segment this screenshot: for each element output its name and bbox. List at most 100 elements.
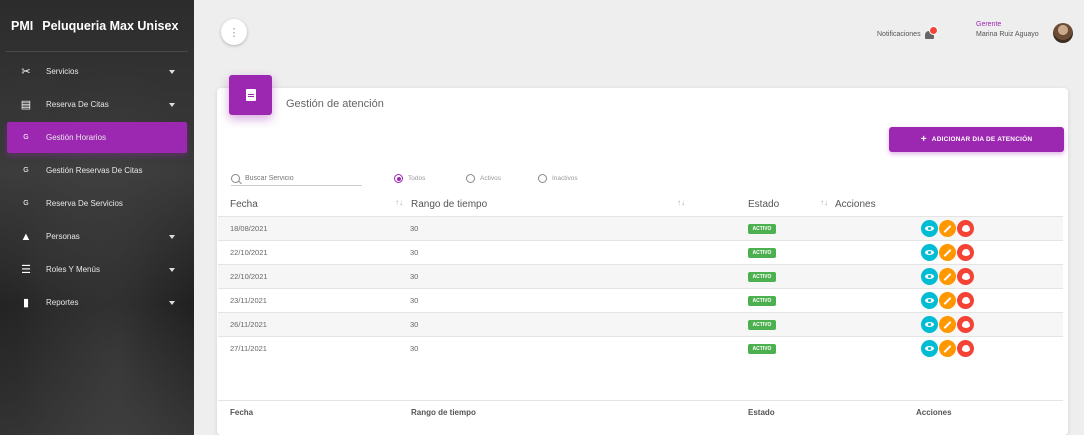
sidebar-item-reportes[interactable]: ▮ Reportes	[7, 287, 187, 318]
sidebar-item-label: Reportes	[46, 298, 79, 307]
heart-icon	[961, 321, 970, 328]
status-badge: ACTIVO	[748, 224, 776, 234]
eye-icon	[925, 274, 934, 279]
sidebar-item-servicios[interactable]: ✂ Servicios	[7, 56, 187, 87]
column-header-fecha[interactable]: Fecha	[230, 199, 258, 210]
heart-icon	[961, 249, 970, 256]
calendar-icon: ▤	[20, 99, 32, 111]
person-icon: ▲	[20, 230, 32, 243]
view-button[interactable]	[921, 316, 938, 333]
cell-rango: 30	[410, 320, 419, 329]
edit-button[interactable]	[939, 220, 956, 237]
filter-todos-radio[interactable]: Todos	[394, 174, 425, 183]
footer-rango: Rango de tiempo	[411, 408, 476, 417]
filter-label: Activos	[480, 175, 501, 182]
radio-unchecked-icon	[466, 174, 475, 183]
scissors-icon: ✂	[21, 66, 31, 78]
delete-button[interactable]	[957, 340, 974, 357]
delete-button[interactable]	[957, 220, 974, 237]
brand[interactable]: PMI Peluqueria Max Unisex	[6, 0, 188, 52]
sidebar-item-reserva-de-servicios[interactable]: G Reserva De Servicios	[7, 188, 187, 219]
sort-icon[interactable]: ↑↓	[820, 198, 828, 207]
table-row: 22/10/2021 30 ACTIVO	[218, 264, 1063, 288]
sidebar-item-gestion-horarios[interactable]: G Gestión Horarios	[7, 122, 187, 153]
brand-name: Peluqueria Max Unisex	[42, 18, 179, 33]
row-actions	[921, 244, 975, 261]
delete-button[interactable]	[957, 268, 974, 285]
edit-button[interactable]	[939, 292, 956, 309]
delete-button[interactable]	[957, 316, 974, 333]
heart-icon	[961, 297, 970, 304]
table-row: 18/08/2021 30 ACTIVO	[218, 216, 1063, 240]
cell-rango: 30	[410, 248, 419, 257]
cell-rango: 30	[410, 296, 419, 305]
pencil-icon	[943, 320, 952, 329]
avatar[interactable]	[1053, 23, 1073, 43]
caret-down-icon	[169, 300, 175, 305]
search-field[interactable]	[231, 171, 362, 186]
view-button[interactable]	[921, 220, 938, 237]
footer-estado: Estado	[748, 408, 775, 417]
delete-button[interactable]	[957, 244, 974, 261]
radio-checked-icon	[394, 174, 403, 183]
user-info[interactable]: Gerente Marina Ruiz Aguayo	[976, 20, 1039, 40]
edit-button[interactable]	[939, 316, 956, 333]
edit-button[interactable]	[939, 244, 956, 261]
sidebar: PMI Peluqueria Max Unisex ✂ Servicios ▤ …	[0, 0, 194, 435]
table-row: 22/10/2021 30 ACTIVO	[218, 240, 1063, 264]
row-actions	[921, 340, 975, 357]
heart-icon	[961, 345, 970, 352]
view-button[interactable]	[921, 268, 938, 285]
sidebar-item-label: Gestión Reservas De Citas	[46, 166, 143, 175]
cell-fecha: 26/11/2021	[230, 320, 267, 329]
sidebar-nav: ✂ Servicios ▤ Reserva De Citas G Gestión…	[0, 56, 194, 318]
view-button[interactable]	[921, 292, 938, 309]
filter-inactivos-radio[interactable]: Inactivos	[538, 174, 578, 183]
status-badge: ACTIVO	[748, 272, 776, 282]
row-actions	[921, 292, 975, 309]
table-row: 23/11/2021 30 ACTIVO	[218, 288, 1063, 312]
delete-button[interactable]	[957, 292, 974, 309]
row-actions	[921, 268, 975, 285]
add-attention-day-button[interactable]: + ADICIONAR DIA DE ATENCIÓN	[889, 127, 1064, 152]
filter-label: Inactivos	[552, 175, 578, 182]
caret-down-icon	[169, 234, 175, 239]
edit-button[interactable]	[939, 340, 956, 357]
footer-acciones: Acciones	[916, 408, 952, 417]
view-button[interactable]	[921, 244, 938, 261]
sidebar-item-roles-y-menus[interactable]: ☰ Roles Y Menús	[7, 254, 187, 285]
sort-icon[interactable]: ↑↓	[677, 198, 685, 207]
column-header-estado[interactable]: Estado	[748, 199, 779, 210]
cell-fecha: 27/11/2021	[230, 344, 267, 353]
caret-down-icon	[169, 102, 175, 107]
notifications-button[interactable]: Notificaciones	[877, 26, 938, 39]
sidebar-item-gestion-reservas[interactable]: G Gestión Reservas De Citas	[7, 155, 187, 186]
sidebar-toggle-button[interactable]: ⋮	[221, 19, 247, 45]
footer-fecha: Fecha	[230, 408, 254, 417]
search-icon	[231, 173, 240, 183]
search-input[interactable]	[245, 174, 355, 182]
heart-icon	[961, 225, 970, 232]
pencil-icon	[943, 224, 952, 233]
pencil-icon	[943, 248, 952, 257]
plus-icon: +	[920, 134, 927, 145]
sort-icon[interactable]: ↑↓	[395, 198, 403, 207]
subitem-mini-icon: G	[23, 167, 29, 174]
column-header-rango[interactable]: Rango de tiempo	[411, 199, 487, 210]
view-button[interactable]	[921, 340, 938, 357]
cell-rango: 30	[410, 224, 419, 233]
sidebar-item-reserva-de-citas[interactable]: ▤ Reserva De Citas	[7, 89, 187, 120]
card-header-icon	[229, 75, 272, 115]
eye-icon	[925, 250, 934, 255]
status-badge: ACTIVO	[748, 344, 776, 354]
filter-label: Todos	[408, 175, 426, 182]
cell-fecha: 23/11/2021	[230, 296, 267, 305]
status-badge: ACTIVO	[748, 248, 776, 258]
eye-icon	[925, 226, 934, 231]
filter-activos-radio[interactable]: Activos	[466, 174, 501, 183]
user-role: Gerente	[976, 21, 1002, 28]
radio-unchecked-icon	[538, 174, 547, 183]
report-icon: ▮	[22, 297, 30, 309]
edit-button[interactable]	[939, 268, 956, 285]
sidebar-item-personas[interactable]: ▲ Personas	[7, 221, 187, 252]
